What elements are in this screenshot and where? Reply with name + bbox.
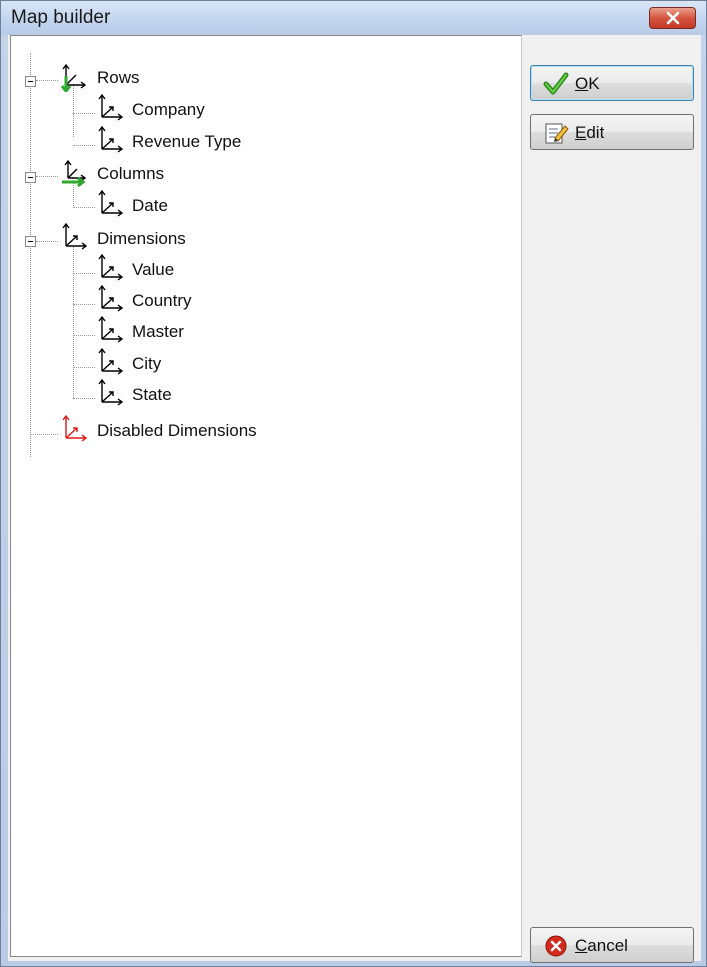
columns-axis-icon	[62, 159, 87, 188]
dimension-axis-icon	[98, 125, 124, 153]
dimensions-axis-icon	[62, 222, 88, 250]
tree-node-value[interactable]: Value	[11, 253, 511, 284]
tree-node-date[interactable]: Date	[11, 189, 511, 220]
ok-button[interactable]: OK	[530, 65, 694, 101]
close-icon	[666, 11, 680, 25]
tree-node-city[interactable]: City	[11, 347, 511, 378]
tree-node-columns[interactable]: Columns	[11, 159, 511, 188]
tree-node-disabled-dimensions[interactable]: Disabled Dimensions	[11, 414, 511, 445]
cancel-button-label: Cancel	[575, 936, 628, 955]
tree-node-country[interactable]: Country	[11, 284, 511, 315]
collapse-rows-toggle[interactable]	[25, 76, 36, 87]
tree-node-revenue-type[interactable]: Revenue Type	[11, 125, 511, 156]
tree-node-label: Dimensions	[97, 229, 186, 248]
tree-node-label: Columns	[97, 164, 165, 183]
tree-node-label: Revenue Type	[132, 132, 242, 151]
tree-node-dimensions[interactable]: Dimensions	[11, 222, 511, 253]
dimension-axis-icon	[98, 93, 124, 121]
dimension-axis-icon	[98, 284, 124, 312]
title-bar[interactable]: Map builder	[1, 1, 706, 35]
tree-node-label: Country	[132, 291, 192, 310]
window-title: Map builder	[11, 7, 111, 28]
close-button[interactable]	[649, 7, 696, 29]
cancel-button[interactable]: Cancel	[530, 927, 694, 963]
tree-node-company[interactable]: Company	[11, 93, 511, 124]
edit-button-label: Edit	[575, 123, 605, 142]
tree-node-label: State	[132, 385, 172, 404]
tree-node-state[interactable]: State	[11, 378, 511, 409]
map-builder-window: Map builder Rows Company Revenue Type Co…	[0, 0, 707, 967]
collapse-dimensions-toggle[interactable]	[25, 236, 36, 247]
tree-node-label: Company	[132, 100, 205, 119]
dimension-axis-icon	[98, 253, 124, 281]
tree-node-label: Date	[132, 196, 168, 215]
tree-node-label: Value	[132, 260, 175, 279]
disabled-axis-icon	[62, 414, 88, 442]
rows-axis-icon	[60, 63, 87, 92]
edit-button[interactable]: Edit	[530, 114, 694, 150]
tree-node-label: City	[132, 354, 162, 373]
cancel-icon	[545, 935, 567, 957]
dimension-axis-icon	[98, 315, 124, 343]
tree-node-rows[interactable]: Rows	[11, 63, 511, 92]
tree-node-label: Rows	[97, 68, 140, 87]
checkmark-icon	[543, 72, 569, 95]
dimension-axis-icon	[98, 378, 124, 406]
tree-node-label: Master	[132, 322, 184, 341]
dimension-axis-icon	[98, 347, 124, 375]
dimension-tree[interactable]: Rows Company Revenue Type Columns Date D…	[10, 35, 522, 957]
ok-button-label: OK	[575, 74, 600, 93]
tree-node-master[interactable]: Master	[11, 315, 511, 346]
dimension-axis-icon	[98, 189, 124, 217]
collapse-columns-toggle[interactable]	[25, 172, 36, 183]
edit-document-icon	[545, 123, 569, 144]
tree-node-label: Disabled Dimensions	[97, 421, 257, 440]
